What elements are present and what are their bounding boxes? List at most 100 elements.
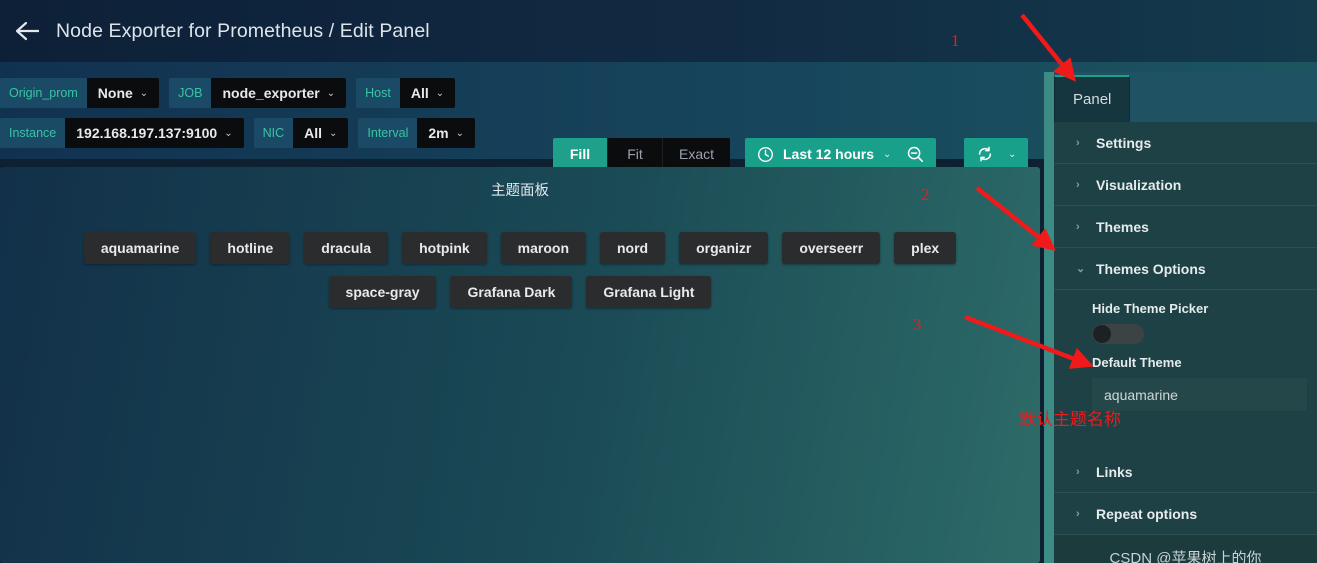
variable-job: JOB node_exporter ⌄	[169, 78, 347, 108]
page-header: Node Exporter for Prometheus / Edit Pane…	[0, 0, 1317, 62]
theme-button-grafana-light[interactable]: Grafana Light	[586, 276, 712, 308]
theme-panel: 主题面板 aquamarine hotline dracula hotpink …	[0, 167, 1040, 563]
chevron-down-icon: ⌄	[139, 87, 149, 99]
theme-button-grid: aquamarine hotline dracula hotpink maroo…	[0, 232, 1040, 320]
chevron-right-icon: ›	[1076, 507, 1080, 520]
variable-dropdown[interactable]: 2m ⌄	[417, 118, 476, 148]
watermark-text: CSDN @苹果树上的你	[1109, 550, 1262, 563]
theme-button-dracula[interactable]: dracula	[304, 232, 389, 264]
fit-mode-exact[interactable]: Exact	[663, 138, 731, 170]
theme-button-hotpink[interactable]: hotpink	[402, 232, 487, 264]
theme-button-nord[interactable]: nord	[600, 232, 666, 264]
refresh-icon	[978, 146, 992, 162]
field-hide-theme-picker: Hide Theme Picker	[1054, 296, 1317, 344]
chevron-right-icon: ›	[1076, 465, 1080, 478]
time-range-picker[interactable]: Last 12 hours ⌄	[745, 138, 937, 170]
field-label: Default Theme	[1092, 355, 1182, 370]
annotation-number-3: 3	[913, 315, 922, 334]
refresh-button[interactable]: ⌄	[964, 138, 1029, 170]
sidebar-section-label: Settings	[1096, 134, 1152, 151]
chevron-right-icon: ›	[1076, 220, 1080, 233]
variable-label: NIC	[253, 118, 294, 148]
variable-dropdown[interactable]: 192.168.197.137:9100 ⌄	[65, 118, 244, 148]
theme-button-organizr[interactable]: organizr	[679, 232, 769, 264]
sidebar-section-label: Repeat options	[1096, 505, 1198, 522]
chevron-right-icon: ›	[1076, 178, 1080, 191]
theme-button-plex[interactable]: plex	[894, 232, 957, 264]
default-theme-input[interactable]	[1092, 378, 1307, 411]
theme-button-grafana-dark[interactable]: Grafana Dark	[450, 276, 573, 308]
toggle-knob	[1093, 325, 1111, 343]
variable-interval: Interval 2m ⌄	[358, 118, 476, 148]
theme-button-space-gray[interactable]: space-gray	[328, 276, 437, 308]
chevron-down-icon: ⌄	[224, 127, 233, 139]
panel-title: 主题面板	[491, 183, 549, 199]
panel-options-sidebar: Panel › Settings › Visualization › Theme…	[1054, 72, 1317, 563]
chevron-down-icon: ⌄	[1076, 263, 1086, 275]
variable-value: 192.168.197.137:9100	[76, 125, 218, 141]
variable-dropdown[interactable]: All ⌄	[399, 78, 456, 108]
sidebar-section-label: Themes	[1096, 218, 1149, 235]
sidebar-section-settings[interactable]: › Settings	[1054, 122, 1317, 164]
variable-value: node_exporter	[222, 85, 320, 101]
theme-button-row: aquamarine hotline dracula hotpink maroo…	[0, 232, 1040, 264]
annotation-note-default-theme: 默认主题名称	[1019, 410, 1121, 429]
back-button[interactable]	[0, 0, 56, 62]
variable-value: 2m	[428, 125, 449, 141]
sidebar-footer: CSDN @苹果树上的你	[1054, 535, 1317, 563]
chevron-down-icon: ⌄	[329, 127, 338, 139]
variable-dropdown[interactable]: None ⌄	[86, 78, 160, 108]
grafana-edit-panel-screen: Node Exporter for Prometheus / Edit Pane…	[0, 0, 1317, 563]
zoom-out-icon[interactable]	[906, 145, 924, 163]
hide-theme-picker-toggle[interactable]	[1092, 324, 1144, 344]
variable-label: Host	[356, 78, 400, 108]
variable-host: Host All ⌄	[356, 78, 456, 108]
sidebar-section-label: Links	[1096, 463, 1133, 480]
chevron-down-icon[interactable]: ⌄	[1008, 149, 1016, 160]
theme-button-maroon[interactable]: maroon	[500, 232, 586, 264]
page-title: Node Exporter for Prometheus / Edit Pane…	[56, 19, 430, 42]
sidebar-section-visualization[interactable]: › Visualization	[1054, 164, 1317, 206]
variable-dropdown[interactable]: All ⌄	[293, 118, 349, 148]
time-range-value: Last 12 hours	[783, 146, 875, 162]
sidebar-section-label: Themes Options	[1096, 260, 1206, 277]
sidebar-section-repeat-options[interactable]: › Repeat options	[1054, 493, 1317, 535]
variable-instance: Instance 192.168.197.137:9100 ⌄	[0, 118, 244, 148]
fit-mode-fit[interactable]: Fit	[608, 138, 663, 170]
chevron-down-icon: ⌄	[435, 87, 445, 99]
chevron-right-icon: ›	[1076, 136, 1080, 149]
variable-value: All	[410, 85, 429, 101]
chevron-down-icon: ⌄	[455, 127, 465, 139]
variable-value: None	[97, 85, 133, 101]
theme-button-aquamarine[interactable]: aquamarine	[83, 232, 197, 264]
arrow-left-icon	[15, 21, 39, 41]
variable-nic: NIC All ⌄	[253, 118, 349, 148]
variable-label: Origin_prom	[0, 78, 87, 108]
annotation-number-2: 2	[921, 185, 930, 204]
variable-dropdown[interactable]: node_exporter ⌄	[211, 78, 347, 108]
chevron-down-icon: ⌄	[326, 87, 336, 99]
clock-icon	[758, 146, 773, 162]
variable-label: Instance	[0, 118, 66, 148]
theme-button-hotline[interactable]: hotline	[210, 232, 291, 264]
fit-mode-fill[interactable]: Fill	[553, 138, 608, 170]
variable-label: Interval	[358, 118, 418, 148]
theme-button-row: space-gray Grafana Dark Grafana Light	[0, 276, 1040, 308]
sidebar-resize-handle[interactable]	[1044, 72, 1054, 563]
theme-button-overseerr[interactable]: overseerr	[782, 232, 881, 264]
variable-origin-prom: Origin_prom None ⌄	[0, 78, 160, 108]
panel-fit-mode-group: Fill Fit Exact	[553, 138, 731, 170]
field-default-theme: Default Theme	[1054, 350, 1317, 411]
tab-panel[interactable]: Panel	[1054, 75, 1131, 122]
chevron-down-icon: ⌄	[883, 148, 892, 160]
variable-value: All	[304, 125, 322, 141]
variable-row-1: Origin_prom None ⌄ JOB node_exporter ⌄ H…	[0, 78, 465, 108]
variable-row-2: Instance 192.168.197.137:9100 ⌄ NIC All …	[0, 118, 485, 148]
annotation-number-1: 1	[951, 31, 960, 50]
sidebar-section-themes[interactable]: › Themes	[1054, 206, 1317, 248]
sidebar-section-label: Visualization	[1096, 176, 1182, 193]
sidebar-section-links[interactable]: › Links	[1054, 451, 1317, 493]
sidebar-section-themes-options[interactable]: ⌄ Themes Options	[1054, 248, 1317, 290]
field-label: Hide Theme Picker	[1092, 301, 1209, 316]
sidebar-tab-bar: Panel	[1054, 72, 1317, 122]
